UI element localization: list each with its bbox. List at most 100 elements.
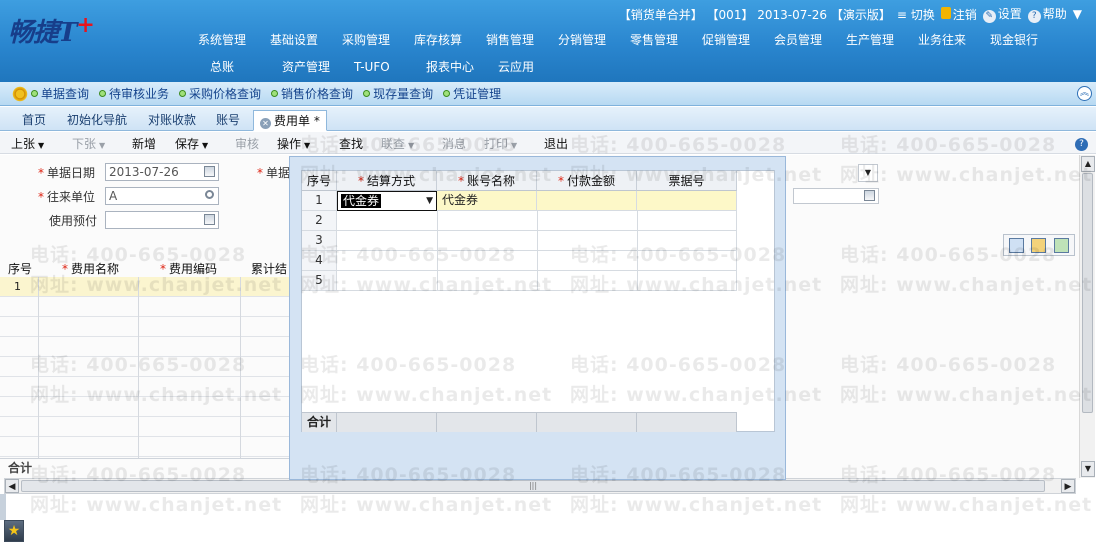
menu-item[interactable]: 促销管理	[702, 32, 774, 49]
date-label: * 单据日期	[38, 166, 96, 180]
watermark-site: 网址: www.chanjet.net	[840, 494, 1093, 516]
wrench-icon: ✎	[982, 10, 996, 23]
total-cell	[537, 412, 637, 432]
date-field-right[interactable]	[793, 188, 879, 204]
help-button[interactable]: ? 帮助	[1027, 5, 1067, 23]
grid-divider	[38, 277, 39, 459]
menu-item[interactable]: 库存核算	[414, 32, 486, 49]
logout-button[interactable]: 注销	[940, 6, 977, 23]
paste-icon[interactable]	[1031, 238, 1046, 253]
star-icon[interactable]: ★	[4, 520, 24, 542]
menu-item[interactable]: 会员管理	[774, 32, 846, 49]
tab-home[interactable]: 首页	[22, 110, 46, 131]
menu-item[interactable]: 系统管理	[198, 32, 270, 49]
table-row[interactable]	[0, 437, 290, 457]
close-icon[interactable]: ✕	[260, 118, 271, 129]
table-row[interactable]	[0, 417, 290, 437]
row-number: 4	[302, 251, 337, 271]
scroll-thumb[interactable]	[1082, 173, 1093, 413]
audit-button[interactable]: 审核	[235, 135, 259, 152]
menu-item[interactable]: 报表中心	[426, 59, 498, 76]
grid-total-label: 合计	[0, 458, 290, 478]
grid-divider	[240, 277, 241, 459]
app-header: 畅捷T+ 【销货单合并】 【001】 2013-07-26 【演示版】 ≡ 切换…	[0, 0, 1096, 82]
menu-item[interactable]: 现金银行	[990, 32, 1062, 49]
link-query-button[interactable]: 联查 ▼	[381, 135, 414, 152]
scroll-down-icon[interactable]: ▼	[1081, 461, 1095, 477]
operate-button[interactable]: 操作 ▼	[277, 135, 310, 152]
new-button[interactable]: 新增	[132, 135, 156, 152]
tab-init-nav[interactable]: 初始化导航	[67, 110, 127, 131]
horizontal-scrollbar[interactable]: ◀ ||| ▶	[4, 478, 1076, 494]
quick-link[interactable]: 销售价格查询	[271, 85, 353, 102]
quick-link[interactable]: 凭证管理	[443, 85, 501, 102]
dropdown-icon[interactable]: ▼	[1073, 7, 1082, 21]
settings-button[interactable]: ✎ 设置	[982, 5, 1022, 23]
grid-divider	[138, 277, 139, 459]
menu-item[interactable]: 销售管理	[486, 32, 558, 49]
total-cell	[637, 412, 737, 432]
dialog-total-label: 合计	[302, 412, 337, 432]
scroll-left-icon[interactable]: ◀	[5, 479, 19, 493]
menu-item[interactable]: 采购管理	[342, 32, 414, 49]
col-no: 序号	[302, 171, 337, 191]
menu-item[interactable]: 业务往来	[918, 32, 990, 49]
scroll-up-icon[interactable]: ▲	[1081, 156, 1095, 172]
calendar-icon[interactable]	[204, 166, 215, 177]
help-icon[interactable]: ?	[1075, 138, 1088, 151]
menu-item[interactable]: 云应用	[498, 59, 570, 76]
col-expense-name: * 费用名称	[62, 262, 120, 276]
quick-link[interactable]: 单据查询	[31, 85, 89, 102]
calendar-icon[interactable]	[864, 190, 875, 201]
ticket-no-cell[interactable]	[637, 191, 737, 211]
save-button[interactable]: 保存 ▼	[175, 135, 208, 152]
chevron-down-icon[interactable]: ▼	[426, 192, 433, 211]
chevron-down-icon[interactable]: ▼	[858, 164, 878, 182]
quick-link[interactable]: 现存量查询	[363, 85, 433, 102]
vertical-scrollbar[interactable]: ▲ ▼	[1079, 155, 1095, 478]
message-button[interactable]: 消息	[442, 135, 466, 152]
tab-expense[interactable]: ✕ 费用单 *	[253, 110, 327, 131]
scroll-thumb[interactable]: |||	[21, 480, 1045, 492]
menu-item[interactable]: 生产管理	[846, 32, 918, 49]
find-button[interactable]: 查找	[339, 135, 363, 152]
copy-icon[interactable]	[1009, 238, 1024, 253]
table-row[interactable]	[0, 377, 290, 397]
collapse-icon[interactable]: ︽	[1077, 86, 1092, 101]
prepay-field[interactable]	[105, 211, 219, 229]
menu-item[interactable]: 总账	[210, 59, 282, 76]
table-row[interactable]	[0, 297, 290, 317]
next-button[interactable]: 下张 ▼	[72, 135, 105, 152]
table-row[interactable]	[0, 337, 290, 357]
excel-icon[interactable]	[1054, 238, 1069, 253]
table-row[interactable]	[0, 357, 290, 377]
settle-method-select[interactable]: 代金券 ▼	[337, 191, 437, 211]
partner-field[interactable]: A	[105, 187, 219, 205]
table-row[interactable]	[0, 317, 290, 337]
quick-link[interactable]: 采购价格查询	[179, 85, 261, 102]
row-number: 3	[302, 231, 337, 251]
exit-button[interactable]: 退出	[544, 135, 568, 152]
menu-item[interactable]: 资产管理	[282, 59, 354, 76]
quick-link[interactable]: 待审核业务	[99, 85, 169, 102]
scroll-right-icon[interactable]: ▶	[1061, 479, 1075, 493]
menu-item[interactable]: 基础设置	[270, 32, 342, 49]
date-field[interactable]: 2013-07-26	[105, 163, 219, 181]
menu-item[interactable]: T-UFO	[354, 59, 426, 76]
menu-item[interactable]: 零售管理	[630, 32, 702, 49]
prev-button[interactable]: 上张 ▼	[11, 135, 44, 152]
search-icon[interactable]	[205, 190, 214, 199]
pay-amount-cell[interactable]	[537, 191, 637, 211]
table-row[interactable]: 1	[0, 277, 290, 297]
print-button[interactable]: 打印 ▼	[484, 135, 517, 152]
tab-reconcile[interactable]: 对账收款	[148, 110, 196, 131]
account-name-cell[interactable]: 代金券	[437, 191, 537, 211]
switch-button[interactable]: ≡ 切换	[897, 6, 935, 23]
menu-item[interactable]: 分销管理	[558, 32, 630, 49]
calendar-icon[interactable]	[204, 214, 215, 225]
table-row[interactable]	[0, 397, 290, 417]
side-handle[interactable]	[0, 494, 6, 520]
gear-icon[interactable]	[12, 85, 28, 102]
col-settle-method: * 结算方式	[337, 171, 437, 191]
tab-account[interactable]: 账号	[216, 110, 240, 131]
